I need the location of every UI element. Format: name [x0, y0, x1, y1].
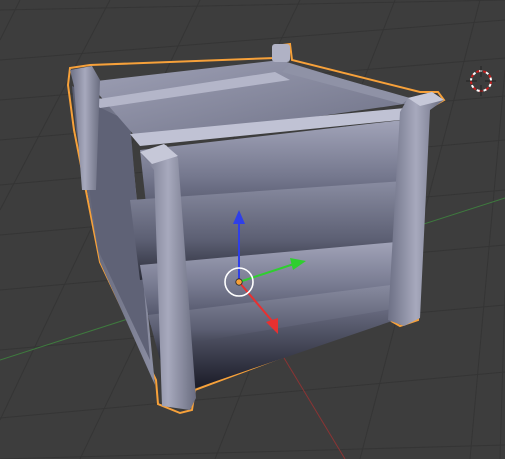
origin-point [235, 278, 243, 286]
post-back-top [272, 44, 290, 62]
3d-viewport[interactable] [0, 0, 505, 459]
viewport-canvas[interactable] [0, 0, 505, 459]
crate-object[interactable] [66, 42, 446, 415]
crosshair-3d-cursor-icon[interactable] [466, 66, 496, 96]
